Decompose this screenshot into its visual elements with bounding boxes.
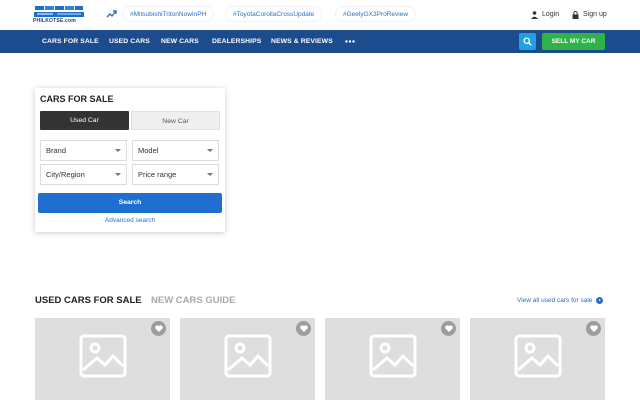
nav-item-news-reviews[interactable]: NEWS & REVIEWS xyxy=(271,30,333,53)
image-placeholder-icon xyxy=(369,334,417,378)
lock-icon xyxy=(572,11,579,19)
image-placeholder-icon xyxy=(514,334,562,378)
tab-new-cars-guide[interactable]: NEW CARS GUIDE xyxy=(151,295,235,306)
image-placeholder-icon xyxy=(224,334,272,378)
user-icon xyxy=(531,11,538,19)
favorite-button[interactable] xyxy=(586,321,601,336)
view-all-label: View all used cars for sale xyxy=(517,297,593,304)
heart-icon xyxy=(589,325,598,332)
login-link[interactable]: Login xyxy=(531,9,559,21)
city-select[interactable]: City/Region xyxy=(40,164,127,185)
nav-item-used-cars[interactable]: USED CARS xyxy=(109,30,150,53)
city-select-value: City/Region xyxy=(46,170,85,179)
trending-icon xyxy=(106,10,117,18)
search-card: CARS FOR SALE Used Car New Car Brand Mod… xyxy=(35,88,225,232)
price-select[interactable]: Price range xyxy=(132,164,219,185)
more-icon[interactable] xyxy=(345,40,355,43)
nav-item-cars-for-sale[interactable]: CARS FOR SALE xyxy=(42,30,99,53)
model-select[interactable]: Model xyxy=(132,140,219,161)
hashtag-link[interactable]: #GeelyGX3ProReview xyxy=(335,6,417,22)
hashtag-link[interactable]: #ToyotaCorollaCrossUpdate xyxy=(225,6,323,22)
heart-icon xyxy=(154,325,163,332)
favorite-button[interactable] xyxy=(296,321,311,336)
heart-icon xyxy=(299,325,308,332)
heart-icon xyxy=(444,325,453,332)
model-select-value: Model xyxy=(138,146,159,155)
search-card-title: CARS FOR SALE xyxy=(40,94,114,104)
arrow-right-icon xyxy=(596,297,604,304)
price-select-value: Price range xyxy=(138,170,177,179)
signup-label: Sign up xyxy=(583,11,607,18)
chevron-down-icon xyxy=(115,149,121,152)
sell-my-car-button[interactable]: SELL MY CAR xyxy=(542,33,605,50)
image-placeholder-icon xyxy=(79,334,127,378)
tab-used-car[interactable]: Used Car xyxy=(40,111,129,130)
top-bar: PHILKOTSE.com #MitsubishiTritonNowInPH #… xyxy=(0,0,640,30)
chevron-down-icon xyxy=(207,173,213,176)
brand-select-value: Brand xyxy=(46,146,67,155)
hashtag-link[interactable]: #MitsubishiTritonNowInPH xyxy=(122,6,215,22)
chevron-down-icon xyxy=(207,149,213,152)
chevron-down-icon xyxy=(115,173,121,176)
favorite-button[interactable] xyxy=(441,321,456,336)
car-listing-image[interactable] xyxy=(35,318,170,400)
login-label: Login xyxy=(542,11,560,18)
advanced-search-link[interactable]: Advanced search xyxy=(35,217,225,224)
nav-search-button[interactable] xyxy=(519,33,536,50)
car-listing-image[interactable] xyxy=(325,318,460,400)
tab-new-car[interactable]: New Car xyxy=(131,111,220,130)
car-listing-image[interactable] xyxy=(180,318,315,400)
logo-text: PHILKOTSE.com xyxy=(33,18,76,24)
search-icon xyxy=(523,37,532,46)
nav-item-dealerships[interactable]: DEALERSHIPS xyxy=(212,30,261,53)
brand-select[interactable]: Brand xyxy=(40,140,127,161)
car-listing-image[interactable] xyxy=(470,318,605,400)
signup-link[interactable]: Sign up xyxy=(572,9,607,21)
nav-item-new-cars[interactable]: NEW CARS xyxy=(161,30,199,53)
search-button[interactable]: Search xyxy=(38,193,222,213)
tab-used-cars-for-sale[interactable]: USED CARS FOR SALE xyxy=(35,295,142,306)
view-all-link[interactable]: View all used cars for sale xyxy=(517,297,604,304)
favorite-button[interactable] xyxy=(151,321,166,336)
